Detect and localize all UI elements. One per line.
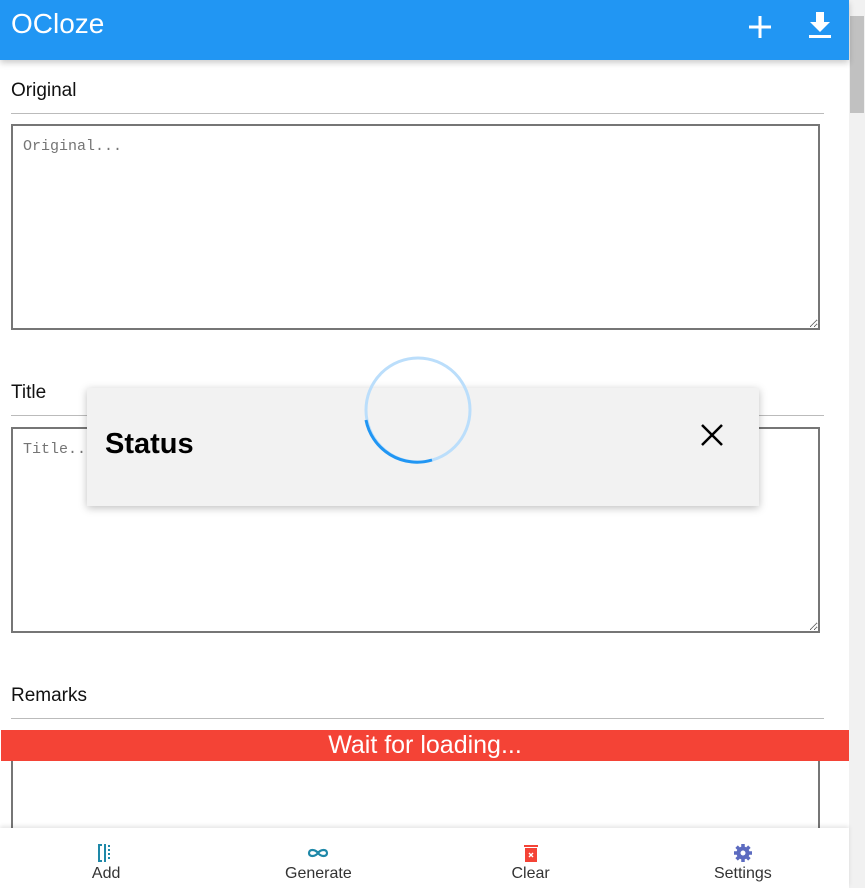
trash-icon	[523, 845, 538, 862]
nav-generate-label: Generate	[285, 865, 352, 882]
nav-clear-label: Clear	[511, 865, 550, 882]
nav-add-label: Add	[91, 865, 121, 882]
title-label: Title	[11, 382, 47, 403]
infinity-icon	[308, 848, 329, 858]
gear-icon	[733, 844, 752, 862]
divider	[11, 113, 824, 114]
nav-settings[interactable]: Settings	[637, 828, 849, 888]
loading-spinner-icon	[364, 356, 472, 464]
scrollbar[interactable]	[849, 0, 865, 888]
divider	[11, 718, 824, 719]
loading-banner: Wait for loading...	[1, 730, 849, 761]
nav-generate[interactable]: Generate	[212, 828, 424, 888]
bottom-nav: Add Generate Clear Settings	[0, 828, 849, 888]
app-header: OCloze	[0, 0, 849, 60]
scrollbar-thumb[interactable]	[850, 16, 864, 113]
nav-clear[interactable]: Clear	[425, 828, 637, 888]
dialog-title: Status	[105, 428, 194, 460]
split-icon	[98, 844, 111, 862]
original-label: Original	[11, 80, 77, 101]
nav-add[interactable]: Add	[0, 828, 212, 888]
remarks-label: Remarks	[11, 685, 88, 706]
download-icon[interactable]	[805, 12, 835, 42]
plus-icon[interactable]	[745, 12, 775, 42]
original-input[interactable]	[11, 124, 820, 330]
close-icon[interactable]	[699, 422, 725, 448]
nav-settings-label: Settings	[713, 865, 772, 882]
app-title: OCloze	[11, 8, 105, 39]
